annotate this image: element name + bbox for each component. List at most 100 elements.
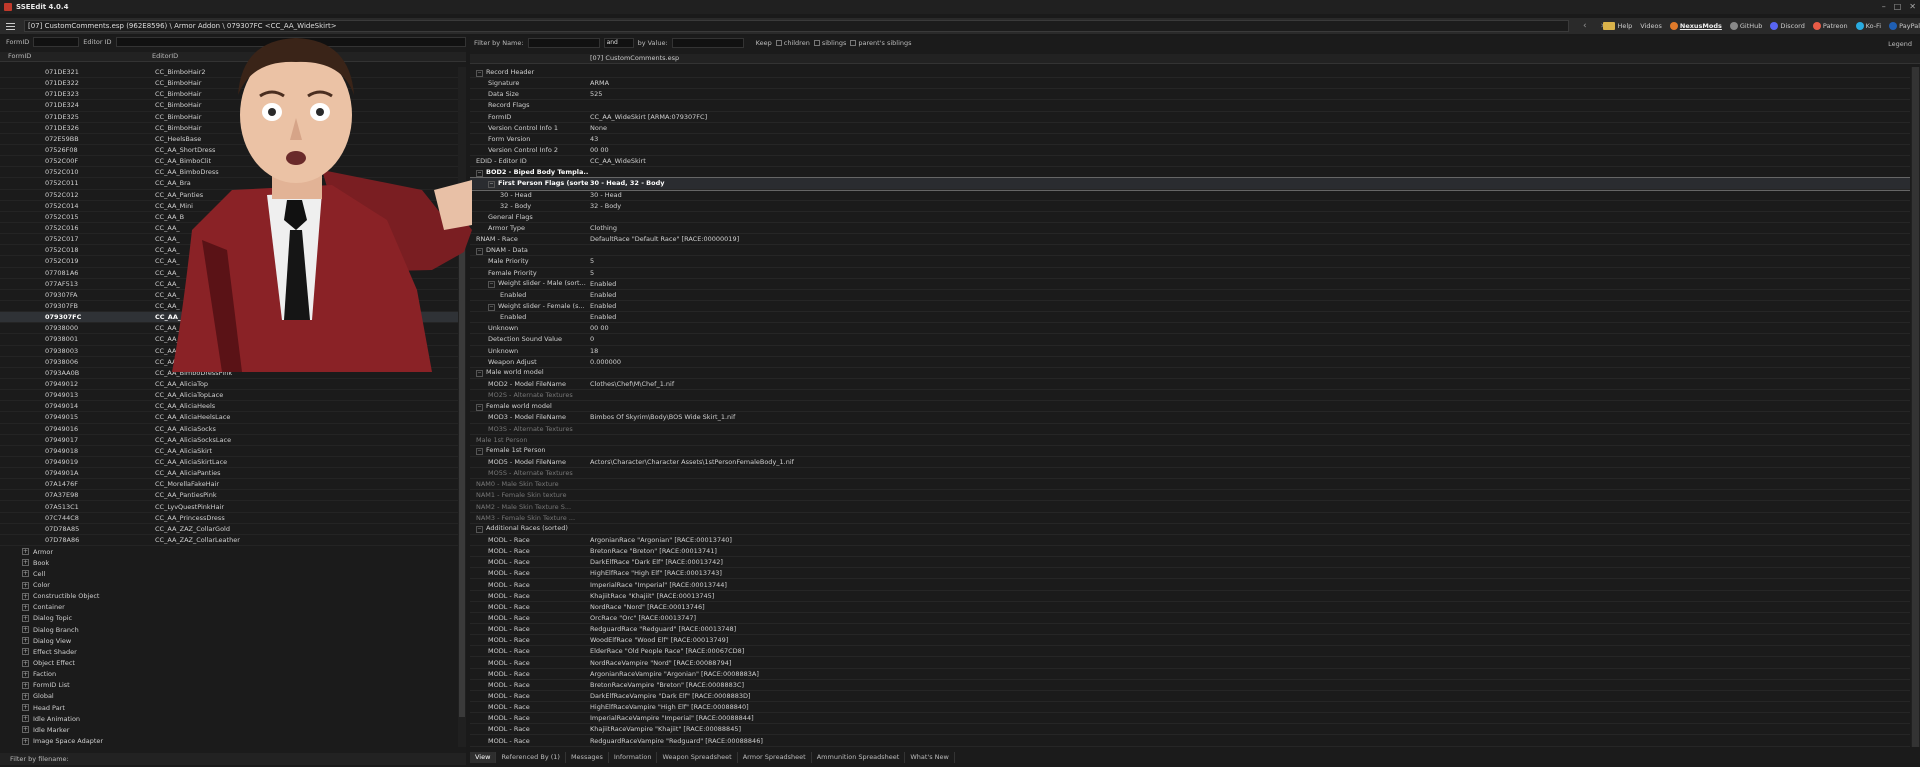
expand-icon[interactable]: +: [22, 570, 29, 578]
record-field-row[interactable]: Detection Sound Value 0: [470, 334, 1910, 346]
keep-parents-checkbox[interactable]: parent's siblings: [850, 39, 912, 47]
expand-icon[interactable]: +: [22, 659, 29, 667]
record-field-row[interactable]: − Weight slider - Male (sort... Enabled: [470, 279, 1910, 290]
expand-icon[interactable]: +: [22, 581, 29, 589]
field-value[interactable]: DefaultRace "Default Race" [RACE:0000001…: [588, 235, 739, 243]
expand-icon[interactable]: +: [22, 648, 29, 656]
minimize-icon[interactable]: –: [1882, 2, 1886, 11]
formid-input[interactable]: [33, 37, 80, 47]
field-value[interactable]: RedguardRaceVampire "Redguard" [RACE:000…: [588, 737, 763, 745]
record-field-row[interactable]: MODL - Race KhajiitRaceVampire "Khajiit" …: [470, 724, 1910, 736]
field-value[interactable]: 0: [588, 335, 594, 343]
record-field-row[interactable]: RNAM - Race DefaultRace "Default Race" [R…: [470, 234, 1910, 246]
record-field-row[interactable]: Female Priority 5: [470, 268, 1910, 279]
record-field-row[interactable]: MODL - Race HighElfRace "High Elf" [RACE:…: [470, 568, 1910, 580]
record-field-row[interactable]: MODL - Race NordRace "Nord" [RACE:0001374…: [470, 602, 1910, 613]
menu-icon[interactable]: [0, 18, 15, 34]
kofi-link[interactable]: Ko-Fi: [1855, 22, 1881, 30]
tree-record-row[interactable]: 07949012 CC_AA_AliciaTop: [0, 379, 458, 391]
filename-filter[interactable]: Filter by filename:: [0, 753, 466, 765]
expand-icon[interactable]: +: [22, 704, 29, 712]
tree-group-row[interactable]: + Armor: [0, 546, 458, 557]
record-field-row[interactable]: 30 - Head 30 - Head: [470, 190, 1910, 201]
field-value[interactable]: KhajiitRace "Khajiit" [RACE:00013745]: [588, 592, 714, 600]
record-field-row[interactable]: MOD2 - Model FileName Clothes\Chef\M\Chef…: [470, 379, 1910, 391]
tree-group-row[interactable]: + Image Space Adapter: [0, 735, 458, 746]
tab-ammunition-spreadsheet[interactable]: Ammunition Spreadsheet: [812, 752, 906, 763]
record-field-row[interactable]: MOD3 - Model FileName Bimbos Of Skyrim\Bo…: [470, 412, 1910, 424]
tree-record-row[interactable]: 07949019 CC_AA_AliciaSkirtLace: [0, 457, 458, 469]
record-field-row[interactable]: MODL - Race HighElfRaceVampire "High Elf"…: [470, 702, 1910, 714]
expand-icon[interactable]: +: [22, 603, 29, 611]
field-value[interactable]: 5: [588, 269, 594, 277]
tree-group-row[interactable]: + Color: [0, 579, 458, 590]
field-value[interactable]: 525: [588, 90, 602, 98]
field-value[interactable]: RedguardRace "Redguard" [RACE:00013748]: [588, 625, 736, 633]
record-field-row[interactable]: NAM0 - Male Skin Texture: [470, 479, 1910, 491]
tree-group-row[interactable]: + Cell: [0, 568, 458, 579]
record-field-row[interactable]: NAM2 - Male Skin Texture S...: [470, 501, 1910, 513]
record-field-row[interactable]: − Record Header: [470, 67, 1910, 79]
field-value[interactable]: Bimbos Of Skyrim\Body\BOS Wide Skirt_1.n…: [588, 413, 735, 421]
tree-record-row[interactable]: 07949013 CC_AA_AliciaTopLace: [0, 390, 458, 402]
field-value[interactable]: 5: [588, 257, 594, 265]
field-value[interactable]: HighElfRaceVampire "High Elf" [RACE:0008…: [588, 703, 749, 711]
right-scroll-thumb[interactable]: [1912, 67, 1919, 747]
record-field-row[interactable]: MODL - Race RedguardRaceVampire "Redguard…: [470, 735, 1910, 747]
tree-group-row[interactable]: + Global: [0, 691, 458, 702]
field-value[interactable]: Enabled: [588, 291, 616, 299]
field-value[interactable]: CC_AA_WideSkirt [ARMA:079307FC]: [588, 113, 707, 121]
tree-group-row[interactable]: + Container: [0, 602, 458, 613]
expand-icon[interactable]: +: [22, 614, 29, 622]
field-value[interactable]: 0.000000: [588, 358, 621, 366]
record-field-row[interactable]: MODL - Race ArgonianRaceVampire "Argonian…: [470, 669, 1910, 680]
field-value[interactable]: KhajiitRaceVampire "Khajiit" [RACE:00088…: [588, 725, 741, 733]
field-value[interactable]: NordRace "Nord" [RACE:00013746]: [588, 603, 705, 611]
record-field-row[interactable]: − Female 1st Person: [470, 446, 1910, 457]
record-field-row[interactable]: MODL - Race RedguardRace "Redguard" [RACE…: [470, 624, 1910, 636]
field-value[interactable]: CC_AA_WideSkirt: [588, 157, 646, 165]
expand-icon[interactable]: +: [22, 548, 29, 556]
record-field-row[interactable]: Enabled Enabled: [470, 290, 1910, 301]
record-field-row[interactable]: Signature ARMA: [470, 78, 1910, 90]
expand-icon[interactable]: +: [22, 637, 29, 645]
expand-icon[interactable]: +: [22, 559, 29, 567]
expand-icon[interactable]: +: [22, 692, 29, 700]
record-field-row[interactable]: MODL - Race BretonRace "Breton" [RACE:000…: [470, 546, 1910, 558]
field-value[interactable]: 00 00: [588, 146, 609, 154]
field-value[interactable]: BretonRace "Breton" [RACE:00013741]: [588, 547, 717, 555]
record-field-row[interactable]: Male 1st Person: [470, 435, 1910, 446]
record-field-row[interactable]: MODL - Race OrcRace "Orc" [RACE:00013747]: [470, 613, 1910, 625]
record-field-row[interactable]: EDID - Editor ID CC_AA_WideSkirt: [470, 156, 1910, 168]
tree-record-row[interactable]: 07949018 CC_AA_AliciaSkirt: [0, 446, 458, 457]
collapse-icon[interactable]: −: [476, 403, 483, 411]
field-value[interactable]: ImperialRaceVampire "Imperial" [RACE:000…: [588, 714, 754, 722]
collapse-icon[interactable]: −: [476, 448, 483, 456]
expand-icon[interactable]: +: [22, 726, 29, 734]
record-field-row[interactable]: MODL - Race KhajiitRace "Khajiit" [RACE:0…: [470, 591, 1910, 602]
record-field-row[interactable]: FormID CC_AA_WideSkirt [ARMA:079307FC]: [470, 112, 1910, 123]
record-field-row[interactable]: − Male world model: [470, 368, 1910, 379]
tab-view[interactable]: View: [470, 752, 497, 763]
record-field-row[interactable]: Version Control Info 2 00 00: [470, 145, 1910, 157]
expand-icon[interactable]: +: [22, 592, 29, 600]
right-scrollbar[interactable]: [1911, 67, 1920, 747]
record-field-row[interactable]: Form Version 43: [470, 134, 1910, 145]
tree-record-row[interactable]: 07949016 CC_AA_AliciaSocks: [0, 424, 458, 435]
field-value[interactable]: ImperialRace "Imperial" [RACE:00013744]: [588, 581, 727, 589]
record-field-row[interactable]: MODL - Race BretonRaceVampire "Breton" [R…: [470, 680, 1910, 691]
collapse-icon[interactable]: −: [488, 303, 495, 311]
tree-group-row[interactable]: + Idle Animation: [0, 713, 458, 724]
record-field-row[interactable]: MODL - Race DarkElfRace "Dark Elf" [RACE:…: [470, 557, 1910, 569]
expand-icon[interactable]: +: [22, 670, 29, 678]
tree-record-row[interactable]: 07D78A86 CC_AA_ZAZ_CollarLeather: [0, 535, 458, 547]
patreon-link[interactable]: Patreon: [1812, 22, 1848, 30]
field-value[interactable]: BretonRaceVampire "Breton" [RACE:0008883…: [588, 681, 744, 689]
legend-button[interactable]: Legend: [1888, 40, 1912, 48]
record-field-row[interactable]: NAM1 - Female Skin texture: [470, 490, 1910, 502]
field-value[interactable]: 00 00: [588, 324, 609, 332]
collapse-icon[interactable]: −: [476, 247, 483, 255]
collapse-icon[interactable]: −: [476, 69, 483, 77]
field-value[interactable]: 30 - Head: [588, 191, 622, 199]
field-value[interactable]: Enabled: [588, 302, 616, 310]
